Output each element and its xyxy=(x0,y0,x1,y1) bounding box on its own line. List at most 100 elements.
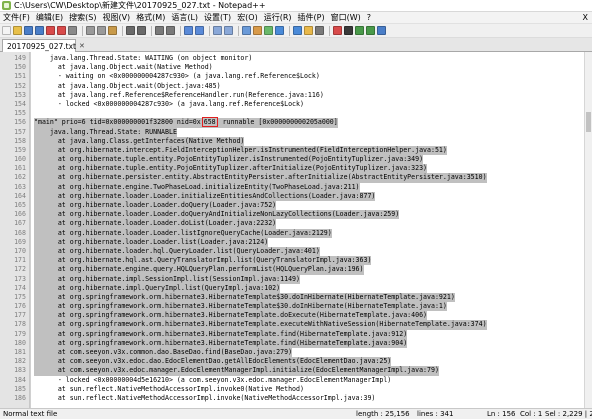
line-text: at org.hibernate.loader.Loader.doList(Lo… xyxy=(34,219,277,229)
scrollbar-thumb[interactable] xyxy=(586,112,591,132)
editor-line[interactable]: 151 - waiting on <0x000000004287c930> (a… xyxy=(0,72,592,81)
editor-line[interactable]: 176 at org.springframework.orm.hibernate… xyxy=(0,302,592,312)
indent-guide-icon[interactable] xyxy=(264,26,273,35)
editor-line[interactable]: 182 at com.seeyon.v3x.edoc.dao.EdocEleme… xyxy=(0,357,592,367)
editor-line[interactable]: 185 at sun.reflect.NativeMethodAccessorI… xyxy=(0,385,592,394)
editor-line[interactable]: 153 at java.lang.ref.Reference$Reference… xyxy=(0,91,592,100)
function-list-icon[interactable] xyxy=(293,26,302,35)
vertical-scrollbar[interactable] xyxy=(584,52,592,408)
editor-line[interactable]: 149 java.lang.Thread.State: WAITING (on … xyxy=(0,54,592,63)
editor-line[interactable]: 177 at org.springframework.orm.hibernate… xyxy=(0,311,592,321)
find-icon[interactable] xyxy=(155,26,164,35)
line-text: at org.hibernate.impl.QueryImpl.list(Que… xyxy=(34,283,281,293)
editor-line[interactable]: 166 at org.hibernate.loader.Loader.doQue… xyxy=(0,210,592,220)
editor-line[interactable]: 157 java.lang.Thread.State: RUNNABLE xyxy=(0,127,592,137)
menu-item-0[interactable]: 文件(F) xyxy=(0,12,33,23)
editor-line[interactable]: 174 at org.hibernate.impl.QueryImpl.list… xyxy=(0,283,592,293)
editor-line[interactable]: 152 at java.lang.Object.wait(Object.java… xyxy=(0,82,592,91)
show-all-chars-icon[interactable] xyxy=(253,26,262,35)
menu-item-11[interactable]: ? xyxy=(364,13,374,22)
editor-line[interactable]: 150 at java.lang.Object.wait(Native Meth… xyxy=(0,63,592,72)
menu-item-8[interactable]: 运行(R) xyxy=(261,12,295,23)
redo-icon[interactable] xyxy=(137,26,146,35)
editor-line[interactable]: 170 at org.hibernate.loader.hql.QueryLoa… xyxy=(0,246,592,257)
editor-line[interactable]: 173 at org.hibernate.impl.SessionImpl.li… xyxy=(0,274,592,284)
undo-icon[interactable] xyxy=(126,26,135,35)
open-file-icon[interactable] xyxy=(13,26,22,35)
status-selection: Sel : 2,229 | 28 xyxy=(545,410,592,418)
editor-line[interactable]: 155 xyxy=(0,109,592,118)
editor-line[interactable]: 183 at com.seeyon.v3x.edoc.manager.EdocE… xyxy=(0,366,592,376)
replace-icon[interactable] xyxy=(166,26,175,35)
editor-line[interactable]: 165 at org.hibernate.loader.Loader.doQue… xyxy=(0,201,592,211)
line-text: - locked <0x00000004d5e16210> (a com.see… xyxy=(34,375,392,384)
line-text: at org.hibernate.intercept.FieldIntercep… xyxy=(34,145,447,156)
line-number: 169 xyxy=(14,237,26,246)
close-all-icon[interactable] xyxy=(57,26,66,35)
sync-v-icon[interactable] xyxy=(213,26,222,35)
doc-map-icon[interactable] xyxy=(275,26,284,35)
editor-line[interactable]: 169 at org.hibernate.loader.Loader.list(… xyxy=(0,237,592,247)
menu-item-5[interactable]: 语言(L) xyxy=(168,12,201,23)
editor-line[interactable]: 178 at org.springframework.orm.hibernate… xyxy=(0,320,592,330)
play-multiple-icon[interactable] xyxy=(366,26,375,35)
close-icon[interactable] xyxy=(46,26,55,35)
editor-line[interactable]: 164 at org.hibernate.loader.Loader.initi… xyxy=(0,191,592,202)
copy-icon[interactable] xyxy=(97,26,106,35)
editor-line[interactable]: 154 - locked <0x000000004287c930> (a jav… xyxy=(0,100,592,109)
menu-item-1[interactable]: 编辑(E) xyxy=(33,12,66,23)
editor-line[interactable]: 175 at org.springframework.orm.hibernate… xyxy=(0,292,592,303)
zoom-out-icon[interactable] xyxy=(195,26,204,35)
editor-line[interactable]: 158 at java.lang.Class.getInterfaces(Nat… xyxy=(0,136,592,146)
folder-workspace-icon[interactable] xyxy=(304,26,313,35)
menu-item-6[interactable]: 设置(T) xyxy=(201,12,234,23)
save-all-icon[interactable] xyxy=(35,26,44,35)
menu-item-2[interactable]: 搜索(S) xyxy=(66,12,99,23)
editor-area[interactable]: 149 java.lang.Thread.State: WAITING (on … xyxy=(0,52,592,408)
tab-20170925-027[interactable]: 20170925_027.txt ✕ xyxy=(2,39,85,52)
zoom-in-icon[interactable] xyxy=(184,26,193,35)
editor-line[interactable]: 162 at org.hibernate.persister.entity.Ab… xyxy=(0,173,592,183)
editor-line[interactable]: 159 at org.hibernate.intercept.FieldInte… xyxy=(0,145,592,156)
line-number: 154 xyxy=(14,99,26,108)
editor-lines[interactable]: 149 java.lang.Thread.State: WAITING (on … xyxy=(0,54,592,403)
play-macro-icon[interactable] xyxy=(355,26,364,35)
line-number: 163 xyxy=(14,182,26,191)
menu-item-10[interactable]: 窗口(W) xyxy=(328,12,364,23)
menu-close-button[interactable]: X xyxy=(583,13,588,22)
editor-line[interactable]: 160 at org.hibernate.tuple.entity.PojoEn… xyxy=(0,155,592,165)
print-icon[interactable] xyxy=(68,26,77,35)
menu-item-4[interactable]: 格式(M) xyxy=(133,12,168,23)
cut-icon[interactable] xyxy=(86,26,95,35)
menu-item-3[interactable]: 视图(V) xyxy=(99,12,133,23)
stop-macro-icon[interactable] xyxy=(344,26,353,35)
monitoring-icon[interactable] xyxy=(315,26,324,35)
status-line: Ln : 156 xyxy=(487,410,516,418)
editor-line[interactable]: 181 at com.seeyon.v3x.common.dao.BaseDao… xyxy=(0,348,592,358)
editor-line[interactable]: 161 at org.hibernate.tuple.entity.PojoEn… xyxy=(0,164,592,174)
menu-item-7[interactable]: 宏(O) xyxy=(234,12,261,23)
paste-icon[interactable] xyxy=(108,26,117,35)
editor-line[interactable]: 167 at org.hibernate.loader.Loader.doLis… xyxy=(0,219,592,229)
editor-line[interactable]: 179 at org.springframework.orm.hibernate… xyxy=(0,329,592,339)
line-text: at org.springframework.orm.hibernate3.Hi… xyxy=(34,292,455,303)
editor-line[interactable]: 172 at org.hibernate.engine.query.HQLQue… xyxy=(0,265,592,275)
editor-line[interactable]: 180 at org.springframework.orm.hibernate… xyxy=(0,338,592,349)
save-macro-icon[interactable] xyxy=(377,26,386,35)
window-title: C:\Users\CW\Desktop\新建文件\20170925_027.tx… xyxy=(14,1,266,10)
line-text: at org.springframework.orm.hibernate3.Hi… xyxy=(34,311,428,321)
record-macro-icon[interactable] xyxy=(333,26,342,35)
word-wrap-icon[interactable] xyxy=(242,26,251,35)
save-icon[interactable] xyxy=(24,26,33,35)
tab-close-icon[interactable]: ✕ xyxy=(79,42,85,50)
line-number: 177 xyxy=(14,311,26,320)
editor-line[interactable]: 156 "main" prio=6 tid=0x000000001f32800 n… xyxy=(0,117,592,128)
new-file-icon[interactable] xyxy=(2,26,11,35)
editor-line[interactable]: 163 at org.hibernate.engine.TwoPhaseLoad… xyxy=(0,182,592,192)
editor-line[interactable]: 184 - locked <0x00000004d5e16210> (a com… xyxy=(0,376,592,385)
editor-line[interactable]: 168 at org.hibernate.loader.Loader.listI… xyxy=(0,228,592,238)
sync-h-icon[interactable] xyxy=(224,26,233,35)
editor-line[interactable]: 186 at sun.reflect.NativeMethodAccessorI… xyxy=(0,394,592,403)
editor-line[interactable]: 171 at org.hibernate.hql.ast.QueryTransl… xyxy=(0,256,592,266)
menu-item-9[interactable]: 插件(P) xyxy=(295,12,328,23)
